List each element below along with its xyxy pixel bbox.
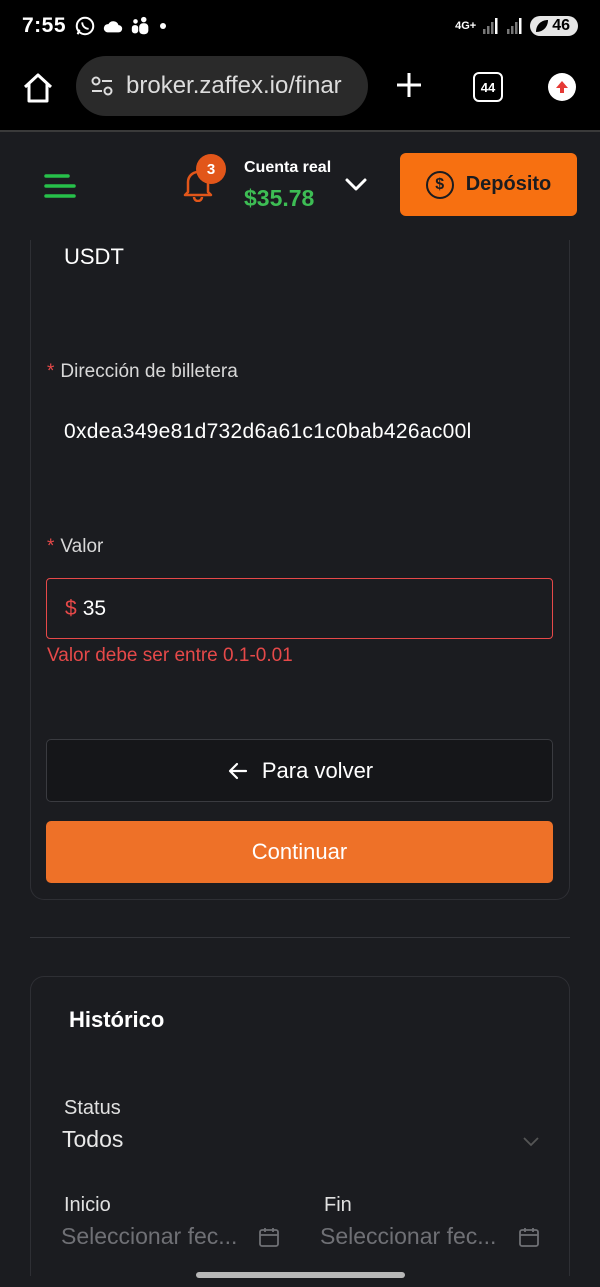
dollar-circle-icon: $ <box>425 170 454 199</box>
arrow-up-icon <box>556 81 568 93</box>
menu-icon[interactable] <box>44 172 78 200</box>
chevron-down-icon-status[interactable] <box>521 1131 541 1151</box>
end-date-label: Fin <box>324 1194 352 1216</box>
notification-count: 3 <box>206 160 216 178</box>
required-mark-value: * <box>47 536 55 557</box>
status-right: 4G+ 46 <box>455 16 578 36</box>
section-divider <box>30 937 570 938</box>
whatsapp-icon <box>75 16 95 36</box>
currency-select-value[interactable]: USDT <box>64 244 124 270</box>
history-title: Histórico <box>69 1007 165 1032</box>
end-date-input[interactable]: Seleccionar fec... <box>320 1223 496 1250</box>
dot-icon <box>160 23 167 29</box>
arrow-left-icon <box>228 762 247 779</box>
calendar-icon-end[interactable] <box>518 1226 540 1248</box>
tab-switcher-button[interactable]: 44 <box>473 72 503 102</box>
currency-symbol: $ <box>65 596 77 620</box>
home-icon[interactable] <box>20 70 56 106</box>
back-label: Para volver <box>261 757 374 783</box>
gesture-nav-handle[interactable] <box>196 1272 405 1278</box>
status-filter-label: Status <box>64 1097 121 1119</box>
tab-count: 44 <box>480 79 496 95</box>
value-input[interactable]: $ 35 <box>46 578 553 639</box>
value-label: * Valor <box>47 536 103 558</box>
network-type: 4G+ <box>455 20 477 32</box>
continue-label: Continuar <box>251 839 348 864</box>
start-date-input[interactable]: Seleccionar fec... <box>61 1223 237 1250</box>
status-time: 7:55 <box>22 14 67 37</box>
account-balance[interactable]: $35.78 <box>244 185 314 212</box>
browser-toolbar: broker.zaffex.io/finar 44 <box>0 52 600 130</box>
new-tab-icon[interactable] <box>394 70 424 100</box>
wallet-address-input[interactable]: 0xdea349e81d732d6a61c1c0bab426ac00l <box>64 420 542 444</box>
back-button[interactable]: Para volver <box>46 739 553 802</box>
teams-icon <box>131 16 149 35</box>
status-bar: 7:55 4G+ 46 <box>0 0 600 52</box>
start-date-label: Inicio <box>64 1194 111 1216</box>
update-button[interactable] <box>548 73 576 101</box>
cloud-icon <box>103 21 123 33</box>
value-amount: 35 <box>82 596 107 620</box>
continue-button[interactable]: Continuar <box>46 821 553 883</box>
leaf-icon <box>536 20 549 32</box>
site-settings-icon[interactable] <box>88 72 116 100</box>
value-label-text: Valor <box>60 536 104 557</box>
wallet-address-label: * Dirección de billetera <box>47 361 238 383</box>
account-type-label[interactable]: Cuenta real <box>244 159 331 177</box>
notification-icons <box>74 15 168 37</box>
value-error-message: Valor debe ser entre 0.1-0.01 <box>47 645 293 666</box>
status-filter-select[interactable]: Todos <box>62 1126 123 1153</box>
battery-indicator: 46 <box>530 16 578 36</box>
address-bar[interactable]: broker.zaffex.io/finar <box>76 56 368 116</box>
wallet-label-text: Dirección de billetera <box>60 361 238 382</box>
battery-level: 46 <box>552 17 570 34</box>
url-text: broker.zaffex.io/finar <box>126 72 342 99</box>
required-mark: * <box>47 361 55 382</box>
deposit-label: Depósito <box>465 173 552 195</box>
chevron-down-icon[interactable] <box>344 172 368 196</box>
deposit-button[interactable]: $ Depósito <box>400 153 577 216</box>
app-header: 3 Cuenta real $35.78 $ Depósito <box>0 132 600 240</box>
calendar-icon-start[interactable] <box>258 1226 280 1248</box>
signal-icon-2 <box>507 18 522 34</box>
notification-badge: 3 <box>196 154 226 184</box>
signal-icon <box>483 18 498 34</box>
